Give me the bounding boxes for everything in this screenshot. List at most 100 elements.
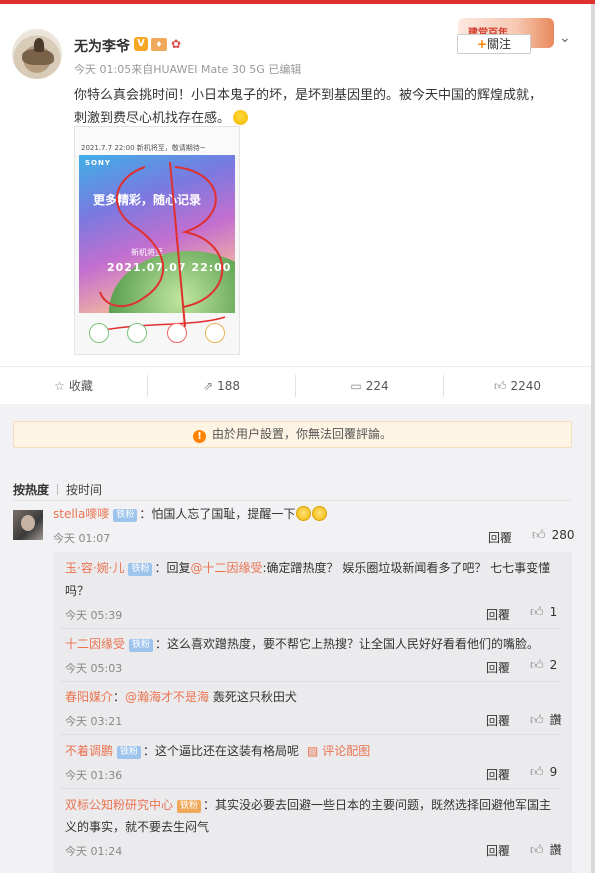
- emoji-icon: [296, 506, 312, 521]
- notice-text: 由於用户設置，你無法回覆評論。: [211, 427, 392, 441]
- image-delete-icon: [167, 323, 187, 343]
- image-bottom-icons: [75, 317, 239, 353]
- reply-like-button[interactable]: 👍︎ 9: [530, 765, 557, 780]
- chevron-down-icon[interactable]: ⌄: [559, 30, 571, 46]
- sort-by-hot[interactable]: 按热度: [13, 483, 49, 497]
- reply-body: 十二因缘受 铁粉 ：这么喜欢蹭热度，要不帮它上热搜？让全国人民好好看看他们的嘴脸。: [65, 634, 539, 654]
- verified-v-icon: V: [134, 37, 148, 51]
- comment-count: 224: [365, 379, 389, 393]
- avatar-rider-shape: [34, 38, 44, 52]
- comment-icon: ▭: [350, 379, 362, 393]
- comment-body: stella嘜嘜 铁粉 ：怕国人忘了国耻，提醒一下: [53, 504, 328, 524]
- sort-separator: [57, 484, 59, 495]
- post-meta: 今天 01:05来自HUAWEI Mate 30 5G 已编辑: [74, 63, 302, 76]
- post-text: 你特么真会挑时间！小日本鬼子的坏，是坏到基因里的。被今天中国的辉煌成就，刺激到费…: [74, 84, 554, 130]
- comment-text: ：怕国人忘了国耻，提醒一下: [139, 507, 296, 521]
- plus-icon: +: [476, 37, 488, 51]
- image-share-icon: [89, 323, 109, 343]
- reply-text-continued: 吗？: [65, 584, 90, 598]
- reply-user[interactable]: 不着调鹏: [65, 744, 113, 758]
- favorite-label: 收藏: [68, 379, 93, 393]
- reply-user[interactable]: 双标公知粉研究中心: [65, 798, 173, 812]
- reply-like-button[interactable]: 👍︎ 1: [530, 605, 557, 620]
- image-more-icon: [205, 323, 225, 343]
- favorite-button[interactable]: ☆ 收藏: [0, 367, 147, 405]
- image-icon: ▨: [307, 744, 323, 758]
- comment-like-count: 280: [551, 528, 575, 542]
- reply-button[interactable]: 回覆: [486, 712, 510, 729]
- author-avatar[interactable]: [12, 29, 62, 79]
- comment-image-link-label: 评论配图: [322, 744, 371, 758]
- comment-button[interactable]: ▭ 224: [296, 367, 443, 405]
- reply-like-count: 9: [549, 765, 558, 779]
- reply-user[interactable]: 玉·容·婉·儿: [65, 561, 124, 575]
- repost-button[interactable]: ⇗ 188: [148, 367, 295, 405]
- like-button[interactable]: 👍︎ 2240: [444, 367, 591, 405]
- reply-like-label: 讚: [549, 713, 562, 727]
- comment-section: ! 由於用户設置，你無法回覆評論。 按热度 按时间 stella嘜嘜 铁粉 ：怕国人忘了…: [0, 404, 591, 873]
- reply-like-count: 2: [549, 658, 558, 672]
- emoji-icon: [233, 110, 249, 125]
- reply-time: 今天 03:21: [65, 715, 123, 728]
- reply-divider: [60, 628, 560, 629]
- reply-button[interactable]: 回覆: [488, 529, 512, 546]
- commenter-name[interactable]: stella嘜嘜: [53, 507, 109, 521]
- reply-user[interactable]: 十二因缘受: [65, 637, 125, 651]
- comment-image-link[interactable]: ▨ 评论配图: [307, 744, 370, 758]
- reply-prefix: ：回复: [154, 561, 191, 575]
- thumbs-up-icon: 👍︎: [530, 713, 544, 728]
- repost-icon: ⇗: [203, 379, 214, 393]
- fan-badge: 铁粉: [113, 509, 138, 522]
- reply-button[interactable]: 回覆: [486, 842, 510, 859]
- reply-text: ：这个逼比还在这装有格局呢: [143, 744, 300, 758]
- reply-user[interactable]: 春阳媒介: [65, 690, 113, 704]
- image-edit-icon: [127, 323, 147, 343]
- follow-label: 關注: [487, 37, 512, 51]
- reply-divider: [60, 788, 560, 789]
- reply-divider: [60, 734, 560, 735]
- reply-button[interactable]: 回覆: [486, 766, 510, 783]
- reply-body: 双标公知粉研究中心 铁粉 ：其实没必要去回避一些日本的主要问题，既然选择回避他军国主: [65, 795, 565, 815]
- comment-like-button[interactable]: 👍︎ 280: [532, 528, 575, 543]
- sort-by-time[interactable]: 按时间: [66, 483, 102, 497]
- comment-time: 今天 01:07: [53, 532, 111, 545]
- post-image[interactable]: 2021.7.7 22:00 新机将至，敬请期待~ SONY 更多精彩，随心记录…: [74, 126, 240, 355]
- repost-count: 188: [217, 379, 240, 393]
- fan-badge: 铁粉: [128, 563, 153, 576]
- reply-like-label: 讚: [549, 843, 562, 857]
- reply-prefix: ：: [113, 690, 126, 704]
- commenter-avatar[interactable]: [13, 510, 43, 540]
- comment-restriction-notice: ! 由於用户設置，你無法回覆評論。: [13, 421, 572, 448]
- reply-time: 今天 05:39: [65, 609, 123, 622]
- fan-badge: 铁粉: [129, 639, 154, 652]
- fan-badge: 铁粉: [177, 800, 202, 813]
- reply-button[interactable]: 回覆: [486, 606, 510, 623]
- author-name[interactable]: 无为李爷: [74, 36, 130, 56]
- reply-text: ：这么喜欢蹭热度，要不帮它上热搜？让全国人民好好看看他们的嘴脸。: [155, 637, 540, 651]
- reply-text: ：其实没必要去回避一些日本的主要问题，既然选择回避他军国主: [203, 798, 552, 812]
- thumbs-up-icon: 👍︎: [530, 658, 544, 673]
- thumbs-up-icon: 👍︎: [532, 528, 546, 543]
- mention-link[interactable]: @瀚海才不是海: [125, 690, 209, 704]
- mention-link[interactable]: @十二因缘受: [190, 561, 262, 575]
- reply-body: 春阳媒介：@瀚海才不是海 轰死这只秋田犬: [65, 687, 297, 707]
- comment-sort-tabs: 按热度 按时间: [13, 481, 102, 498]
- reply-like-button[interactable]: 👍︎ 2: [530, 658, 557, 673]
- thumbs-up-icon: 👍︎: [530, 765, 544, 780]
- emoji-icon: [312, 506, 328, 521]
- warning-icon: !: [192, 430, 206, 443]
- reply-time: 今天 05:03: [65, 662, 123, 675]
- post-action-bar: ☆ 收藏 ⇗ 188 ▭ 224 👍︎ 2240: [0, 366, 591, 405]
- follow-button[interactable]: +關注: [457, 34, 531, 54]
- like-count: 2240: [510, 379, 542, 393]
- reply-like-button[interactable]: 👍︎ 讚: [530, 841, 562, 858]
- thumbs-up-icon: 👍︎: [493, 379, 507, 393]
- reply-button[interactable]: 回覆: [486, 659, 510, 676]
- reply-time: 今天 01:36: [65, 769, 123, 782]
- fan-badge: 铁粉: [117, 746, 142, 759]
- reply-body: 不着调鹏 铁粉 ：这个逼比还在这装有格局呢 ▨ 评论配图: [65, 741, 370, 761]
- star-icon: ☆: [54, 379, 65, 393]
- sort-divider: [13, 500, 572, 501]
- reply-like-button[interactable]: 👍︎ 讚: [530, 711, 562, 728]
- thumbs-up-icon: 👍︎: [530, 843, 544, 858]
